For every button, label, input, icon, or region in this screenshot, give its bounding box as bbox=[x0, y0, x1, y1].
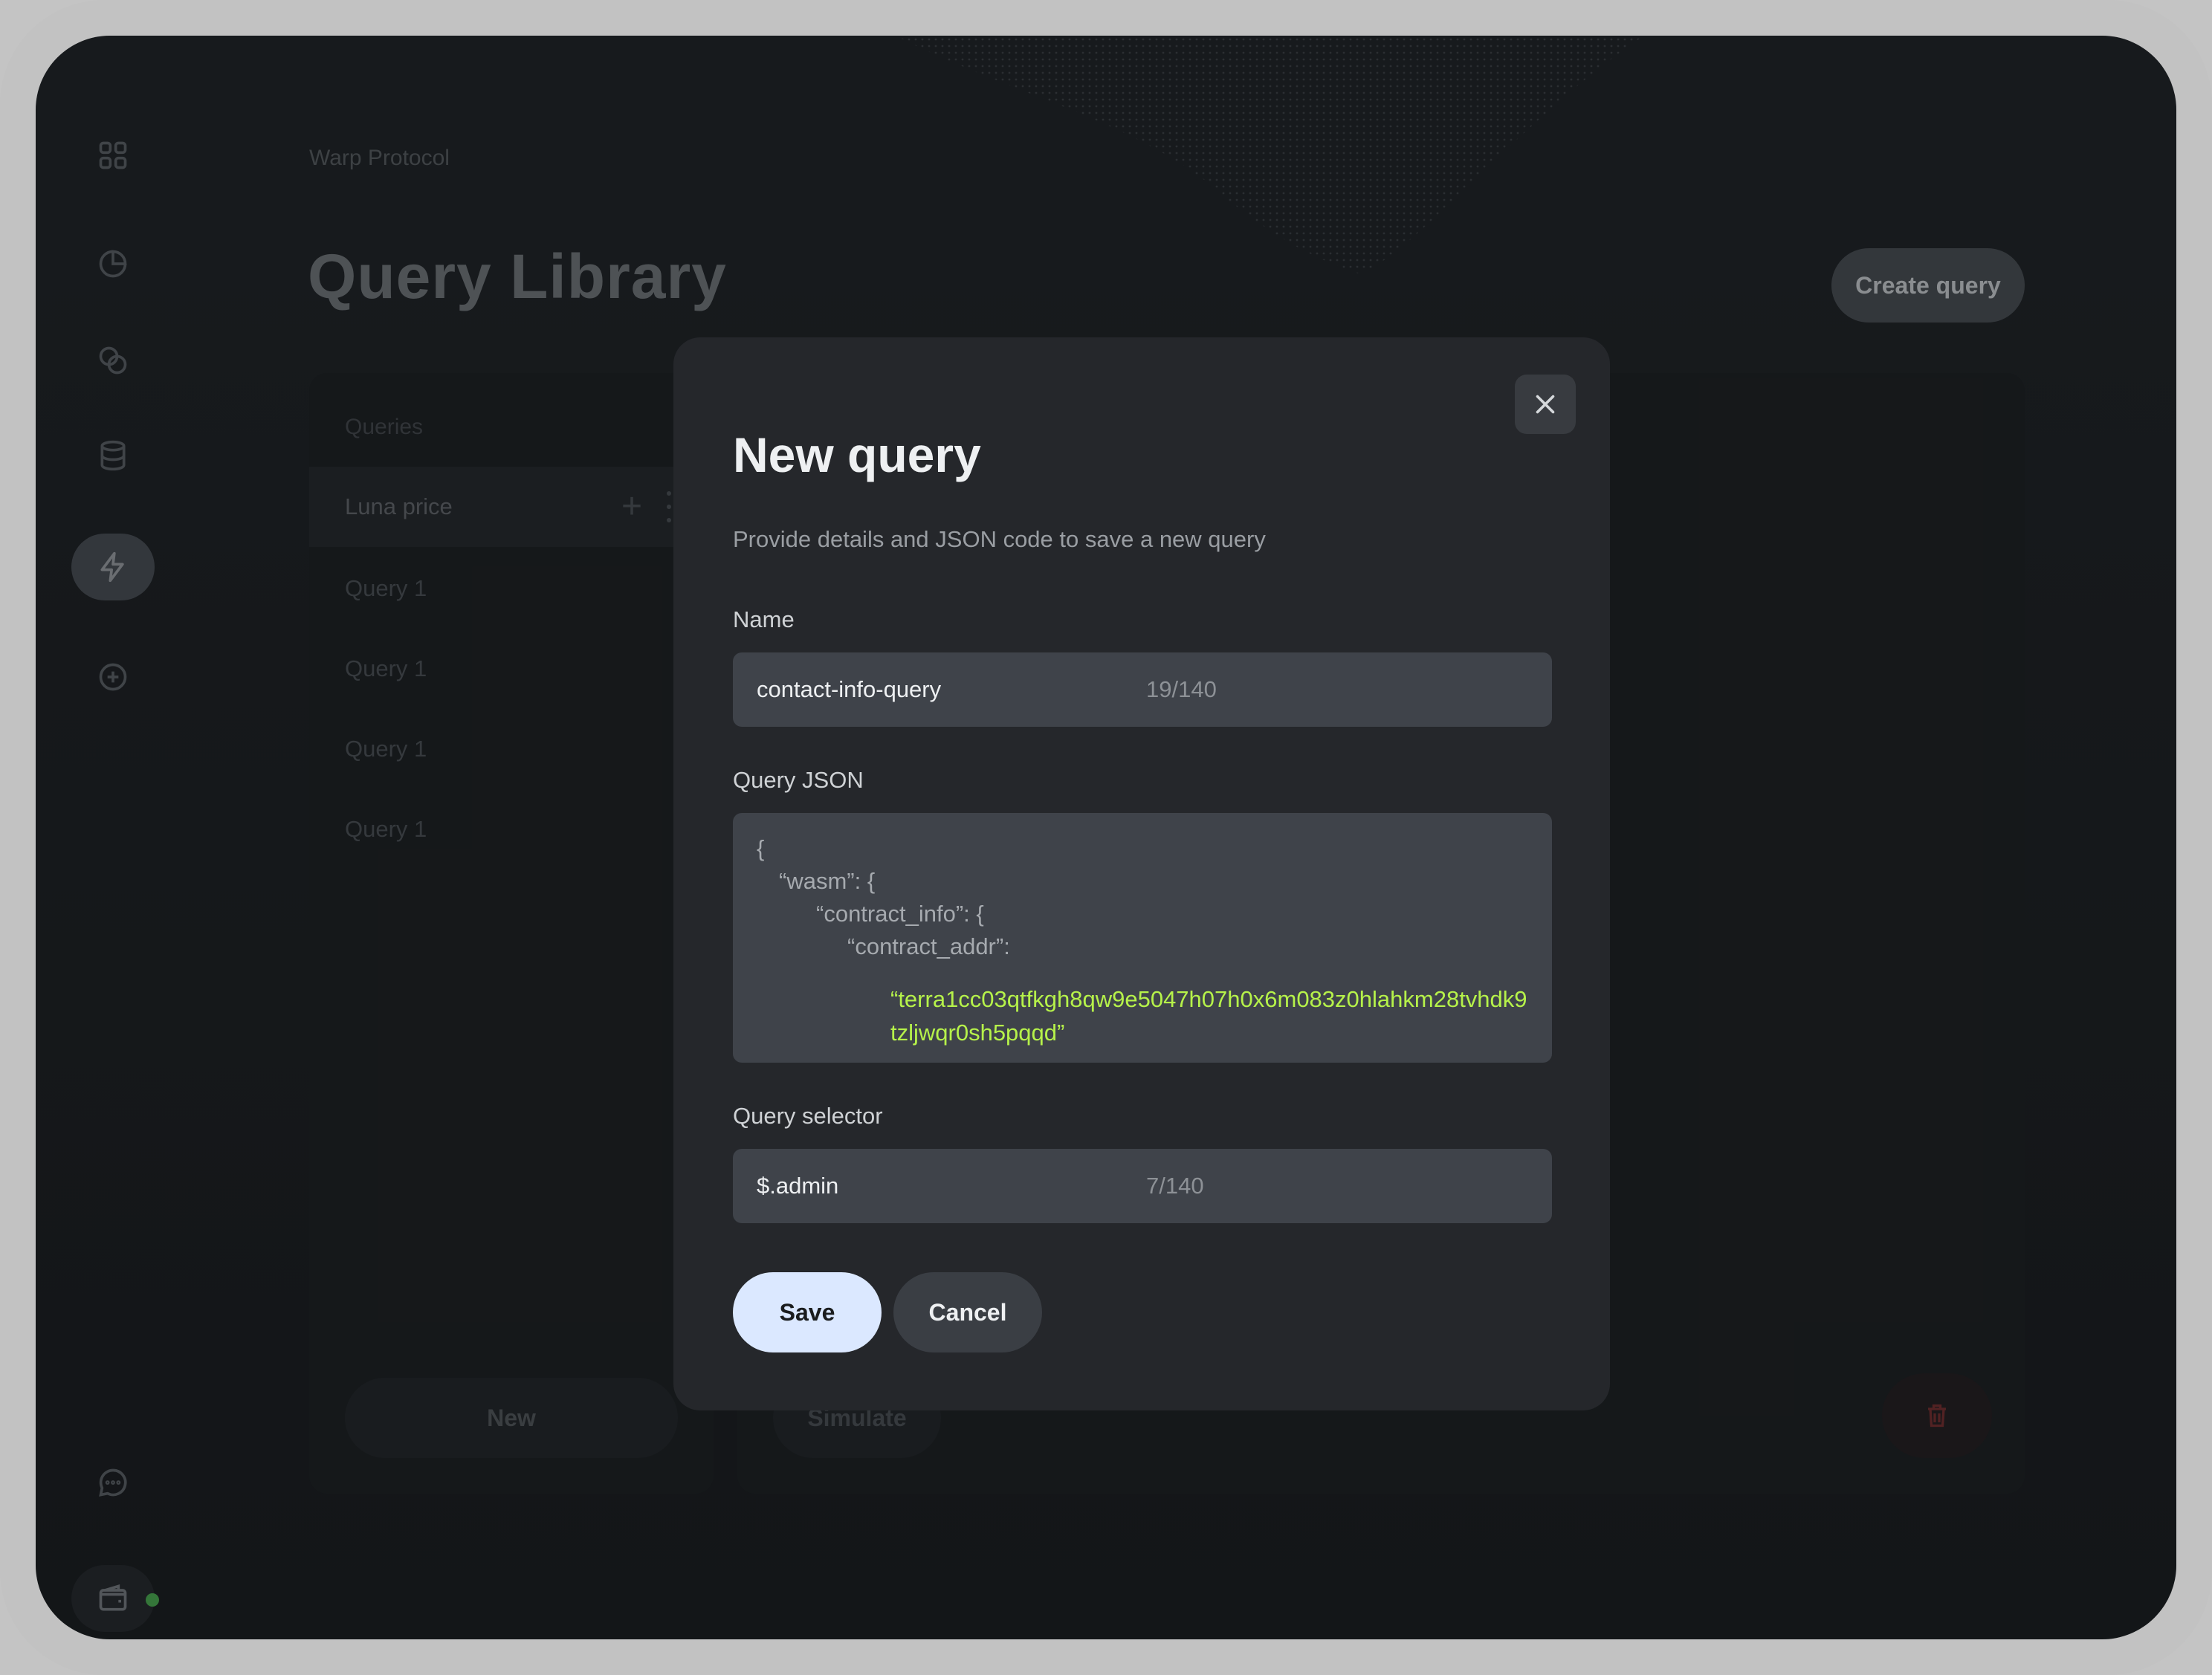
json-contract-address: “terra1cc03qtfkgh8qw9e5047h07h0x6m083z0h… bbox=[890, 986, 1527, 1046]
close-button[interactable] bbox=[1515, 375, 1576, 434]
json-line: “wasm”: { bbox=[779, 868, 876, 894]
query-selector-label: Query selector bbox=[733, 1103, 883, 1129]
save-button[interactable]: Save bbox=[733, 1272, 882, 1352]
new-query-modal: New query Provide details and JSON code … bbox=[673, 337, 1610, 1410]
device-frame: Warp Protocol Query Library Create query… bbox=[0, 0, 2212, 1675]
close-icon bbox=[1536, 395, 1555, 414]
query-json-label: Query JSON bbox=[733, 767, 864, 793]
query-json-editor[interactable]: { “wasm”: { “contract_info”: { “contract… bbox=[733, 813, 1552, 1063]
name-field[interactable]: contact-info-query 19/140 bbox=[733, 652, 1552, 727]
json-line: “contract_info”: { bbox=[816, 901, 984, 927]
name-value: contact-info-query bbox=[757, 676, 942, 702]
query-selector-field[interactable]: $.admin 7/140 bbox=[733, 1149, 1552, 1223]
name-char-count: 19/140 bbox=[1146, 676, 1217, 702]
modal-subtitle: Provide details and JSON code to save a … bbox=[733, 526, 1266, 552]
json-line: “contract_addr”: bbox=[847, 933, 1010, 959]
query-selector-value: $.admin bbox=[757, 1173, 839, 1199]
query-selector-char-count: 7/140 bbox=[1146, 1173, 1204, 1199]
json-line: { bbox=[757, 835, 765, 861]
modal-title: New query bbox=[733, 427, 981, 482]
app-screen: Warp Protocol Query Library Create query… bbox=[36, 36, 2176, 1639]
cancel-button[interactable]: Cancel bbox=[893, 1272, 1042, 1352]
name-label: Name bbox=[733, 606, 795, 632]
